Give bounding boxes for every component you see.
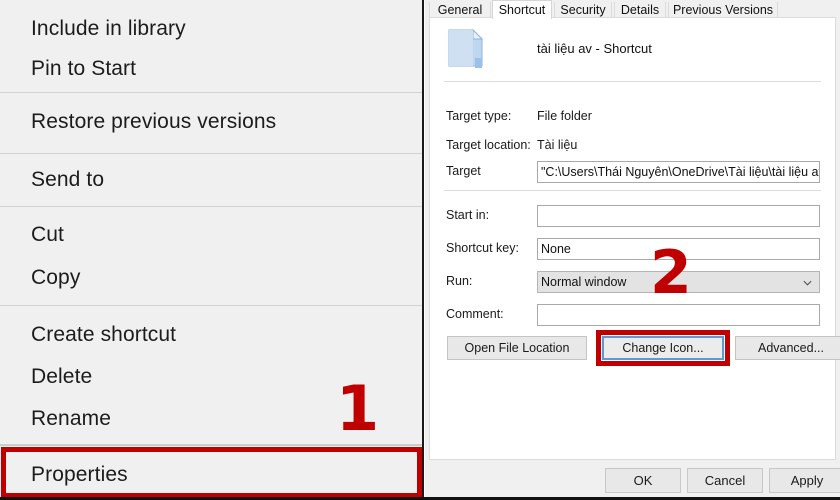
menu-item-properties[interactable]: Properties xyxy=(0,452,422,498)
tab-label: General xyxy=(437,3,483,17)
field-row-target-type: Target type: File folder xyxy=(430,106,835,128)
button-label: Cancel xyxy=(704,473,746,488)
menu-item-send-to[interactable]: Send to xyxy=(0,157,422,203)
shortcut-header: tài liệu av - Shortcut xyxy=(430,23,835,75)
tab-general[interactable]: General xyxy=(429,2,491,18)
field-label-run: Run: xyxy=(446,274,473,288)
menu-item-label: Properties xyxy=(31,463,128,486)
menu-item-label: Include in library xyxy=(31,17,186,40)
tab-security[interactable]: Security xyxy=(554,2,612,18)
tab-label: Shortcut xyxy=(498,3,546,17)
button-label: Apply xyxy=(790,473,824,488)
menu-item-label: Create shortcut xyxy=(31,323,177,346)
change-icon-button[interactable]: Change Icon... xyxy=(602,336,724,360)
menu-separator xyxy=(0,92,422,93)
menu-separator xyxy=(0,153,422,154)
field-row-shortcut-key: Shortcut key: None xyxy=(430,238,835,260)
dialog-tab-strip: General Shortcut Security Details Previous V… xyxy=(425,0,840,19)
menu-item-create-shortcut[interactable]: Create shortcut xyxy=(0,312,422,358)
tab-label: Details xyxy=(620,3,660,17)
menu-item-label: Copy xyxy=(31,266,81,289)
shortcut-properties-dialog: General Shortcut Security Details Previous V… xyxy=(425,0,840,500)
tab-previous-versions[interactable]: Previous Versions xyxy=(668,2,778,18)
step-1-annotation: 1 xyxy=(336,372,380,445)
menu-item-label: Rename xyxy=(31,407,111,430)
ok-button[interactable]: OK xyxy=(605,468,681,493)
field-label-start-in: Start in: xyxy=(446,208,490,222)
button-label: Open File Location xyxy=(464,341,570,355)
menu-item-pin-to-start[interactable]: Pin to Start xyxy=(0,46,422,92)
header-divider xyxy=(444,81,821,82)
target-section-divider xyxy=(444,190,821,191)
dialog-footer: OK Cancel Apply xyxy=(425,461,840,500)
cancel-button[interactable]: Cancel xyxy=(687,468,763,493)
field-label-shortcut-key: Shortcut key: xyxy=(446,241,519,255)
tab-label: Security xyxy=(560,3,606,17)
menu-item-restore-previous-versions[interactable]: Restore previous versions xyxy=(0,99,422,145)
field-input-start-in[interactable] xyxy=(537,205,820,227)
menu-item-copy[interactable]: Copy xyxy=(0,255,422,301)
advanced-button[interactable]: Advanced... xyxy=(735,336,840,360)
field-label-target-type: Target type: xyxy=(446,109,512,123)
menu-item-cut[interactable]: Cut xyxy=(0,212,422,258)
button-label: Change Icon... xyxy=(622,341,704,355)
menu-item-label: Restore previous versions xyxy=(31,110,277,133)
menu-item-label: Cut xyxy=(31,223,64,246)
tab-shortcut[interactable]: Shortcut xyxy=(492,0,552,19)
shortcut-tab-page: tài liệu av - Shortcut Target type: File … xyxy=(429,17,840,460)
screenshot-root: Include in library Pin to Start Restore pr… xyxy=(0,0,840,500)
field-row-run: Run: Normal window xyxy=(430,271,835,293)
field-value-target-type: File folder xyxy=(537,109,592,123)
field-select-value: Normal window xyxy=(541,275,627,289)
field-label-target-location: Target location: xyxy=(446,138,531,152)
menu-separator xyxy=(0,305,422,306)
field-row-comment: Comment: xyxy=(430,304,835,326)
tab-details[interactable]: Details xyxy=(614,2,666,18)
button-label: OK xyxy=(633,473,653,488)
step-2-annotation: 2 xyxy=(650,238,692,308)
field-row-target-location: Target location: Tài liệu xyxy=(430,135,835,157)
shortcut-name-label: tài liệu av - Shortcut xyxy=(537,41,652,56)
field-label-target: Target xyxy=(446,164,481,178)
field-label-comment: Comment: xyxy=(446,307,504,321)
open-file-location-button[interactable]: Open File Location xyxy=(447,336,587,360)
tab-label: Previous Versions xyxy=(672,3,774,17)
field-row-start-in: Start in: xyxy=(430,205,835,227)
button-label: Advanced... xyxy=(757,341,824,355)
apply-button[interactable]: Apply xyxy=(769,468,840,493)
field-value-target-location: Tài liệu xyxy=(537,138,578,152)
menu-item-label: Pin to Start xyxy=(31,57,137,80)
menu-separator xyxy=(0,206,422,207)
menu-item-label: Delete xyxy=(31,365,93,388)
chevron-down-icon xyxy=(803,280,812,286)
field-input-target[interactable]: "C:\Users\Thái Nguyên\OneDrive\Tài liệu\… xyxy=(537,161,820,183)
folder-shortcut-icon xyxy=(448,28,484,68)
field-row-target: Target "C:\Users\Thái Nguyên\OneDrive\Tài… xyxy=(430,161,835,183)
menu-item-label: Send to xyxy=(31,168,105,191)
